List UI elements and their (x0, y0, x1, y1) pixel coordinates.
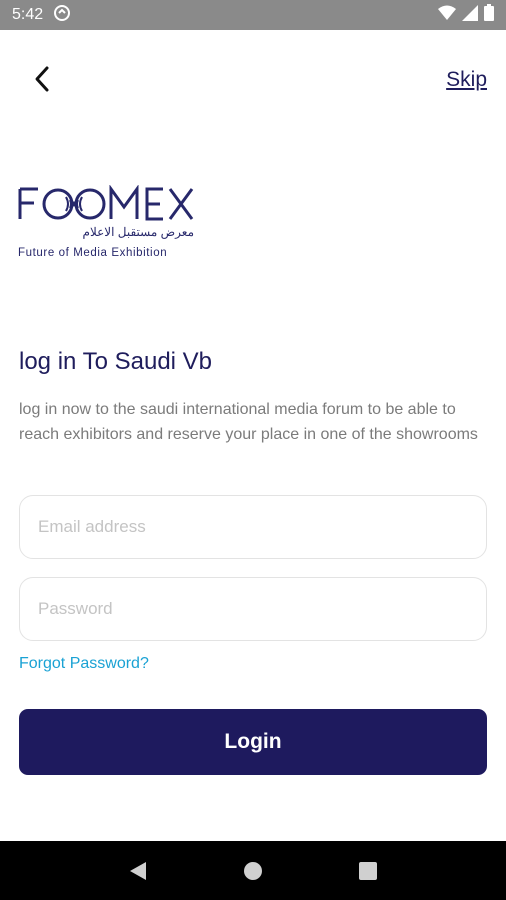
status-bar: 5:42 (0, 0, 506, 30)
password-input[interactable] (20, 578, 486, 640)
status-left: 5:42 (12, 4, 71, 27)
top-bar: Skip (0, 30, 506, 130)
logo-wordmark (18, 184, 194, 221)
status-right (438, 4, 494, 26)
status-time: 5:42 (12, 6, 44, 23)
logo-tagline: Future of Media Exhibition (18, 247, 168, 259)
page-description: log in now to the saudi international me… (19, 401, 478, 443)
nav-recents-icon[interactable] (348, 851, 388, 891)
battery-icon (484, 4, 494, 26)
email-input[interactable] (20, 496, 486, 558)
wifi-icon (438, 5, 456, 26)
back-arrow-icon[interactable] (28, 64, 58, 94)
password-field[interactable] (19, 577, 487, 641)
nav-back-icon[interactable] (118, 851, 158, 891)
signal-icon (462, 4, 478, 26)
login-button[interactable]: Login (19, 709, 487, 775)
logo-arabic: معرض مستقبل الاعلام (18, 225, 194, 239)
skip-link[interactable]: Skip (446, 68, 487, 92)
system-nav-bar (0, 841, 506, 900)
page-title: log in To Saudi Vb (19, 348, 213, 375)
forgot-password-link[interactable]: Forgot Password? (19, 655, 149, 673)
nav-home-icon[interactable] (233, 851, 273, 891)
sync-icon (53, 4, 71, 27)
email-field[interactable] (19, 495, 487, 559)
logo-arabic-text: معرض مستقبل الاعلام (82, 225, 194, 239)
